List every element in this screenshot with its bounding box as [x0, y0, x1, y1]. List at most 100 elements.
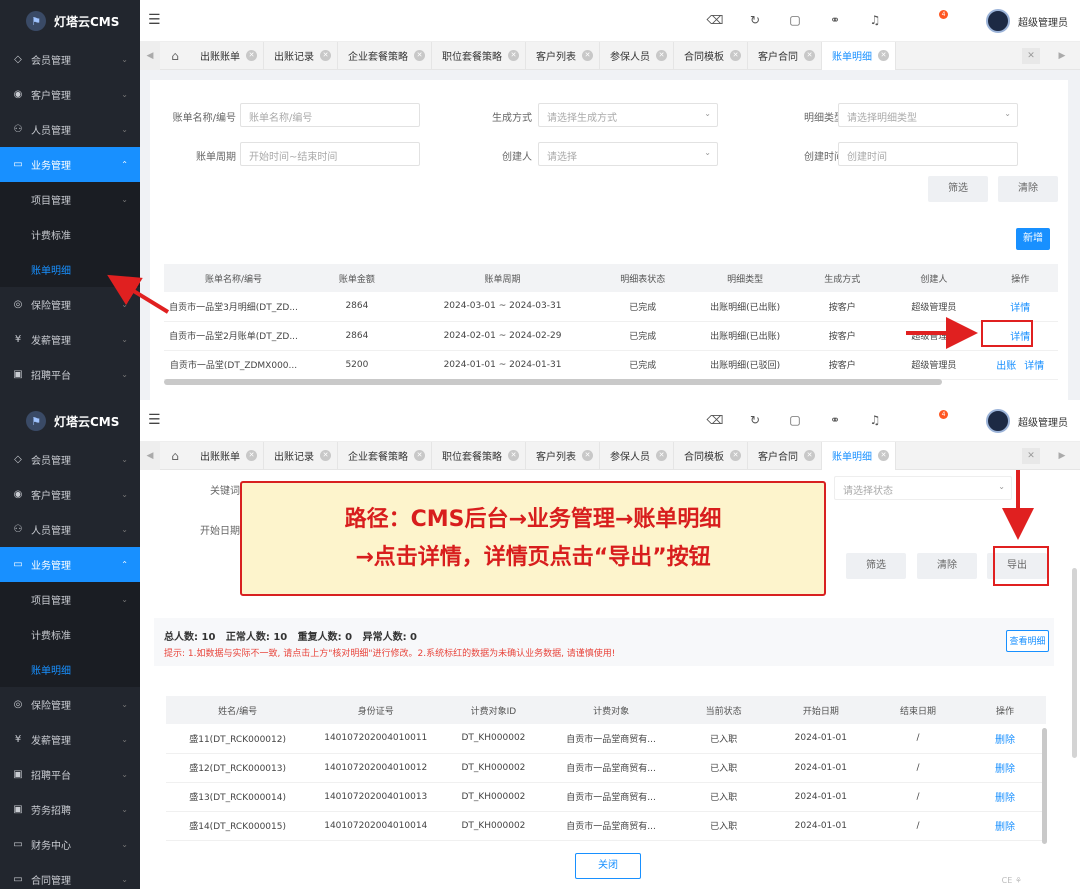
refresh-icon[interactable]: ↻	[735, 13, 775, 27]
detail-link[interactable]: 详情	[1024, 361, 1044, 372]
sidebar-subitem[interactable]: 计费标准	[0, 217, 140, 252]
tab-item[interactable]: 参保人员 ✕	[600, 41, 674, 70]
tab-close-icon[interactable]: ✕	[508, 450, 519, 461]
tab-item[interactable]: 出账账单 ✕	[190, 441, 264, 470]
tab-item[interactable]: 合同模板 ✕	[674, 41, 748, 70]
view-details-button[interactable]: 查看明细	[1006, 630, 1049, 652]
sidebar-item[interactable]: ⚇ 人员管理 ⌄	[0, 112, 140, 147]
tab-scroll-right-icon[interactable]: ▶	[1052, 442, 1072, 470]
tab-close-icon[interactable]: ✕	[804, 450, 815, 461]
fullscreen-icon[interactable]: ▢	[775, 413, 815, 427]
sidebar-item[interactable]: ◇ 会员管理 ⌄	[0, 42, 140, 77]
tab-item[interactable]: 出账账单 ✕	[190, 41, 264, 70]
tab-item[interactable]: 出账记录 ✕	[264, 41, 338, 70]
tab-close-icon[interactable]: ✕	[730, 450, 741, 461]
sidebar-subitem[interactable]: 计费标准	[0, 617, 140, 652]
detail-link[interactable]: 详情	[1010, 303, 1030, 314]
menu-toggle-icon[interactable]: ☰	[148, 412, 161, 428]
tab-close-icon[interactable]: ✕	[656, 50, 667, 61]
tab-item[interactable]: 职位套餐策略 ✕	[432, 441, 526, 470]
method-select[interactable]: 请选择生成方式 ⌄	[538, 103, 718, 127]
tab-item[interactable]: 出账记录 ✕	[264, 441, 338, 470]
creator-select[interactable]: 请选择 ⌄	[538, 142, 718, 166]
sidebar-subitem[interactable]: 项目管理 ⌄	[0, 182, 140, 217]
delete-link[interactable]: 删除	[995, 793, 1015, 804]
tab-item[interactable]: 参保人员 ✕	[600, 441, 674, 470]
avatar[interactable]	[986, 409, 1010, 433]
tab-close-icon[interactable]: ✕	[656, 450, 667, 461]
clear-cache-icon[interactable]: ⌫	[695, 413, 735, 427]
delete-link[interactable]: 删除	[995, 822, 1015, 833]
tab-close-icon[interactable]: ✕	[320, 50, 331, 61]
tab-item[interactable]: 账单明细 ✕	[822, 41, 896, 70]
avatar[interactable]	[986, 9, 1010, 33]
sidebar-item[interactable]: ▭ 业务管理 ⌃	[0, 147, 140, 182]
filter-button[interactable]: 筛选	[846, 553, 906, 579]
filter-button[interactable]: 筛选	[928, 176, 988, 202]
tab-close-icon[interactable]: ✕	[320, 450, 331, 461]
new-button[interactable]: 新增	[1016, 228, 1050, 250]
delete-link[interactable]: 删除	[995, 764, 1015, 775]
tab-close-icon[interactable]: ✕	[878, 450, 889, 461]
close-button[interactable]: 关闭	[575, 853, 641, 879]
user-name[interactable]: 超级管理员	[1018, 414, 1068, 429]
sidebar-subitem[interactable]: 账单明细	[0, 252, 140, 287]
fullscreen-icon[interactable]: ▢	[775, 13, 815, 27]
tab-item[interactable]: 企业套餐策略 ✕	[338, 41, 432, 70]
app-logo[interactable]: ⚑ 灯塔云CMS	[0, 400, 140, 442]
refresh-icon[interactable]: ↻	[735, 413, 775, 427]
org-chart-icon[interactable]: ⚭	[815, 13, 855, 27]
app-logo[interactable]: ⚑ 灯塔云CMS	[0, 0, 140, 42]
sidebar-subitem[interactable]: 账单明细	[0, 652, 140, 687]
tab-close-icon[interactable]: ✕	[414, 450, 425, 461]
home-icon[interactable]: ⌂	[160, 449, 190, 463]
sidebar-item[interactable]: ▣ 劳务招聘 ⌄	[0, 792, 140, 827]
post-bill-link[interactable]: 出账	[996, 361, 1016, 372]
clear-button[interactable]: 清除	[917, 553, 977, 579]
user-name[interactable]: 超级管理员	[1018, 14, 1068, 29]
tab-scroll-left-icon[interactable]: ◀	[140, 41, 160, 70]
sidebar-item[interactable]: ◎ 保险管理 ⌄	[0, 687, 140, 722]
sidebar-item[interactable]: ◉ 客户管理 ⌄	[0, 77, 140, 112]
close-tabs-icon[interactable]: ✕	[1022, 448, 1040, 464]
tab-item[interactable]: 合同模板 ✕	[674, 441, 748, 470]
bill-name-input[interactable]: 账单名称/编号	[240, 103, 420, 127]
clear-cache-icon[interactable]: ⌫	[695, 13, 735, 27]
sidebar-item[interactable]: ◇ 会员管理 ⌄	[0, 442, 140, 477]
tab-close-icon[interactable]: ✕	[414, 50, 425, 61]
tab-item[interactable]: 职位套餐策略 ✕	[432, 41, 526, 70]
sidebar-item[interactable]: ▭ 财务中心 ⌄	[0, 827, 140, 862]
tab-close-icon[interactable]: ✕	[804, 50, 815, 61]
tab-scroll-right-icon[interactable]: ▶	[1052, 42, 1072, 70]
sidebar-item[interactable]: ¥ 发薪管理 ⌄	[0, 322, 140, 357]
tab-item[interactable]: 企业套餐策略 ✕	[338, 441, 432, 470]
tab-item[interactable]: 客户合同 ✕	[748, 41, 822, 70]
page-scrollbar[interactable]	[1072, 568, 1077, 758]
tab-close-icon[interactable]: ✕	[582, 50, 593, 61]
bell-icon[interactable]: ♫	[855, 413, 895, 427]
sidebar-item[interactable]: ▭ 合同管理 ⌄	[0, 862, 140, 889]
detail-type-select[interactable]: 请选择明细类型 ⌄	[838, 103, 1018, 127]
bell-icon[interactable]: ♫	[855, 13, 895, 27]
tab-scroll-left-icon[interactable]: ◀	[140, 441, 160, 470]
tab-close-icon[interactable]: ✕	[508, 50, 519, 61]
tab-close-icon[interactable]: ✕	[878, 50, 889, 61]
tab-item[interactable]: 客户列表 ✕	[526, 41, 600, 70]
period-range-input[interactable]: 开始时间~结束时间	[240, 142, 420, 166]
sidebar-item[interactable]: ◉ 客户管理 ⌄	[0, 477, 140, 512]
sidebar-item[interactable]: ⚇ 人员管理 ⌄	[0, 512, 140, 547]
sidebar-item[interactable]: ◎ 保险管理 ⌄	[0, 287, 140, 322]
create-time-input[interactable]: 创建时间	[838, 142, 1018, 166]
sidebar-item[interactable]: ¥ 发薪管理 ⌄	[0, 722, 140, 757]
home-icon[interactable]: ⌂	[160, 49, 190, 63]
sidebar-item[interactable]: ▣ 招聘平台 ⌄	[0, 757, 140, 792]
vertical-scrollbar[interactable]	[1042, 728, 1047, 844]
sidebar-item[interactable]: ▣ 招聘平台 ⌄	[0, 357, 140, 392]
tab-close-icon[interactable]: ✕	[246, 450, 257, 461]
horizontal-scrollbar[interactable]	[164, 379, 942, 385]
sidebar-item[interactable]: ▭ 业务管理 ⌃	[0, 547, 140, 582]
status-select[interactable]: 请选择状态 ⌄	[834, 476, 1012, 500]
org-chart-icon[interactable]: ⚭	[815, 413, 855, 427]
delete-link[interactable]: 删除	[995, 735, 1015, 746]
tab-close-icon[interactable]: ✕	[246, 50, 257, 61]
